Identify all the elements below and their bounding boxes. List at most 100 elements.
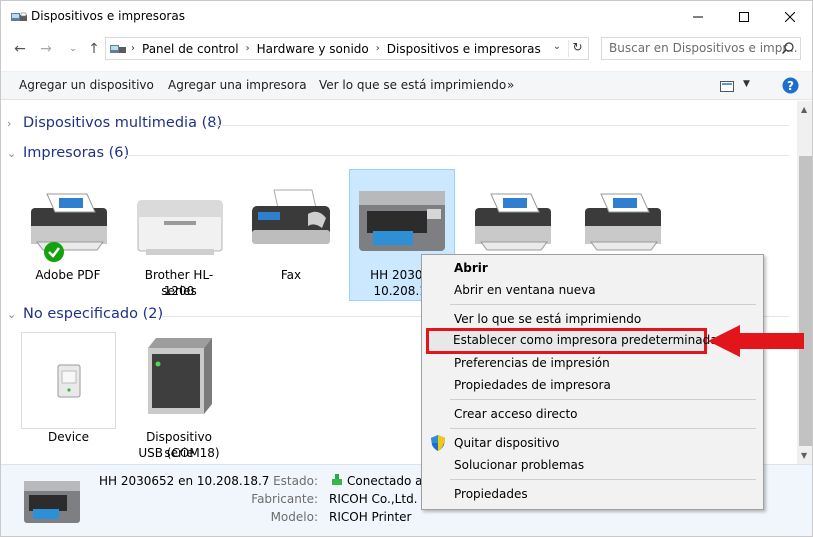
details-maker-label: Fabricante:	[251, 492, 318, 506]
device-frame	[21, 332, 116, 429]
connected-status-icon	[332, 474, 342, 485]
menu-item-properties[interactable]: Propiedades	[454, 487, 528, 501]
breadcrumb-separator: ›	[131, 43, 135, 54]
printer-label: Adobe PDF	[35, 268, 101, 282]
device-label: Device	[47, 430, 90, 444]
menu-item-printing-preferences[interactable]: Preferencias de impresión	[454, 356, 610, 370]
recent-locations-button[interactable]: ⌄	[64, 41, 82, 57]
group-unspecified[interactable]: ⌄ No especificado (2)	[7, 306, 163, 322]
printer-icon	[585, 193, 661, 251]
add-printer-button[interactable]: Agregar una impresora	[168, 78, 307, 92]
arrow-left-icon: ←	[14, 41, 26, 57]
control-panel-icon	[110, 44, 126, 53]
more-commands-button[interactable]: »	[507, 78, 514, 92]
close-icon	[785, 11, 795, 22]
close-button[interactable]	[767, 1, 812, 32]
search-icon	[782, 42, 794, 54]
details-state-value: Conectado a	[347, 474, 423, 488]
add-device-button[interactable]: Agregar un dispositivo	[19, 78, 154, 92]
vertical-scrollbar[interactable]: ▲ ▼	[797, 101, 812, 464]
arrow-right-icon: →	[40, 41, 52, 57]
chevron-down-icon: ⌄	[69, 44, 77, 54]
menu-item-open-new-window[interactable]: Abrir en ventana nueva	[454, 283, 596, 297]
maximize-button[interactable]	[721, 1, 767, 32]
breadcrumb-separator[interactable]: ›	[243, 43, 253, 54]
printer-icon	[475, 193, 551, 251]
menu-separator	[450, 479, 756, 480]
scroll-up-icon[interactable]: ▲	[801, 105, 807, 114]
view-options-icon[interactable]	[720, 81, 734, 92]
help-icon[interactable]: ?	[782, 77, 799, 94]
breadcrumb-separator[interactable]: ›	[373, 43, 383, 54]
default-check-icon	[44, 242, 64, 262]
refresh-button[interactable]: ↻	[568, 40, 586, 57]
printer-icon	[31, 193, 107, 251]
printer-icon	[24, 481, 80, 523]
menu-item-create-shortcut[interactable]: Crear acceso directo	[454, 407, 578, 421]
minimize-button[interactable]	[675, 1, 721, 32]
title-bar: Dispositivos e impresoras	[1, 1, 812, 33]
back-button[interactable]: ←	[11, 41, 29, 57]
menu-item-printer-properties[interactable]: Propiedades de impresora	[454, 378, 611, 392]
printer-unnamed-1[interactable]	[467, 186, 557, 256]
command-bar: Agregar un dispositivo Agregar una impre…	[1, 71, 812, 100]
group-printers[interactable]: ⌄ Impresoras (6)	[7, 145, 129, 161]
see-printing-button[interactable]: Ver lo que se está imprimiendo	[319, 78, 506, 92]
device-label: USB (COM18)	[138, 446, 220, 460]
device-serial-usb[interactable]: Dispositivo serie USB (COM18)	[134, 336, 224, 460]
printer-unnamed-2[interactable]	[577, 186, 667, 256]
chevron-down-icon: ⌄	[7, 307, 17, 321]
details-state-label: Estado:	[273, 474, 318, 488]
address-bar[interactable]: › Panel de control › Hardware y sonido ›…	[105, 37, 589, 60]
red-arrow-annotation-icon	[708, 325, 804, 357]
menu-separator	[450, 428, 756, 429]
breadcrumb-devices-printers[interactable]: Dispositivos e impresoras	[383, 38, 545, 59]
scroll-thumb[interactable]	[799, 156, 812, 446]
forward-button[interactable]: →	[37, 41, 55, 57]
printer-adobe-pdf[interactable]: Adobe PDF	[23, 186, 113, 296]
arrow-up-icon: ↑	[88, 41, 100, 57]
menu-item-troubleshoot[interactable]: Solucionar problemas	[454, 458, 584, 472]
breadcrumb-control-panel[interactable]: Panel de control	[138, 38, 243, 59]
refresh-icon: ↻	[572, 40, 583, 54]
chevron-right-icon: ›	[7, 116, 12, 130]
chevron-down-icon: ⌄	[7, 146, 17, 160]
printer-fax[interactable]: Fax	[246, 186, 336, 286]
window-title: Dispositivos e impresoras	[31, 9, 185, 23]
details-maker-value: RICOH Co.,Ltd.	[329, 492, 418, 506]
search-input[interactable]: Buscar en Dispositivos e impr...	[601, 37, 801, 60]
group-divider	[126, 155, 789, 156]
menu-item-open[interactable]: Abrir	[454, 261, 488, 275]
printer-label: series	[161, 284, 197, 298]
menu-item-set-default-printer[interactable]: Establecer como impresora predeterminada	[453, 333, 718, 347]
breadcrumb-hardware-sound[interactable]: Hardware y sonido	[253, 38, 373, 59]
device-generic[interactable]: Device	[21, 332, 116, 444]
fax-icon	[252, 189, 330, 244]
maximize-icon	[739, 11, 749, 22]
svg-text:?: ?	[787, 79, 794, 93]
group-title: Dispositivos multimedia (8)	[23, 115, 223, 131]
details-model-label: Modelo:	[270, 510, 318, 524]
menu-item-remove-device[interactable]: Quitar dispositivo	[454, 436, 559, 450]
printer-icon	[137, 200, 223, 255]
details-model-value: RICOH Printer	[329, 510, 412, 524]
usb-serial-device-icon	[148, 338, 212, 414]
menu-item-see-printing[interactable]: Ver lo que se está imprimiendo	[454, 312, 641, 326]
minimize-icon	[693, 16, 703, 17]
scroll-down-icon[interactable]: ▼	[801, 451, 807, 460]
menu-separator	[450, 399, 756, 400]
address-dropdown-icon[interactable]: ⌄	[550, 41, 564, 52]
printer-icon	[359, 191, 445, 251]
group-title: Impresoras (6)	[23, 145, 130, 161]
device-icon	[57, 364, 81, 398]
view-dropdown-icon[interactable]: ▼	[743, 79, 750, 89]
uac-shield-icon	[431, 435, 445, 451]
group-divider	[213, 125, 789, 126]
group-multimedia[interactable]: › Dispositivos multimedia (8)	[7, 115, 222, 131]
menu-separator	[450, 304, 756, 305]
up-button[interactable]: ↑	[85, 41, 103, 57]
devices-printers-icon	[11, 12, 27, 21]
search-placeholder: Buscar en Dispositivos e impr...	[609, 41, 798, 55]
printer-brother[interactable]: Brother HL-1200 series	[134, 191, 224, 306]
group-title: No especificado (2)	[23, 306, 164, 322]
